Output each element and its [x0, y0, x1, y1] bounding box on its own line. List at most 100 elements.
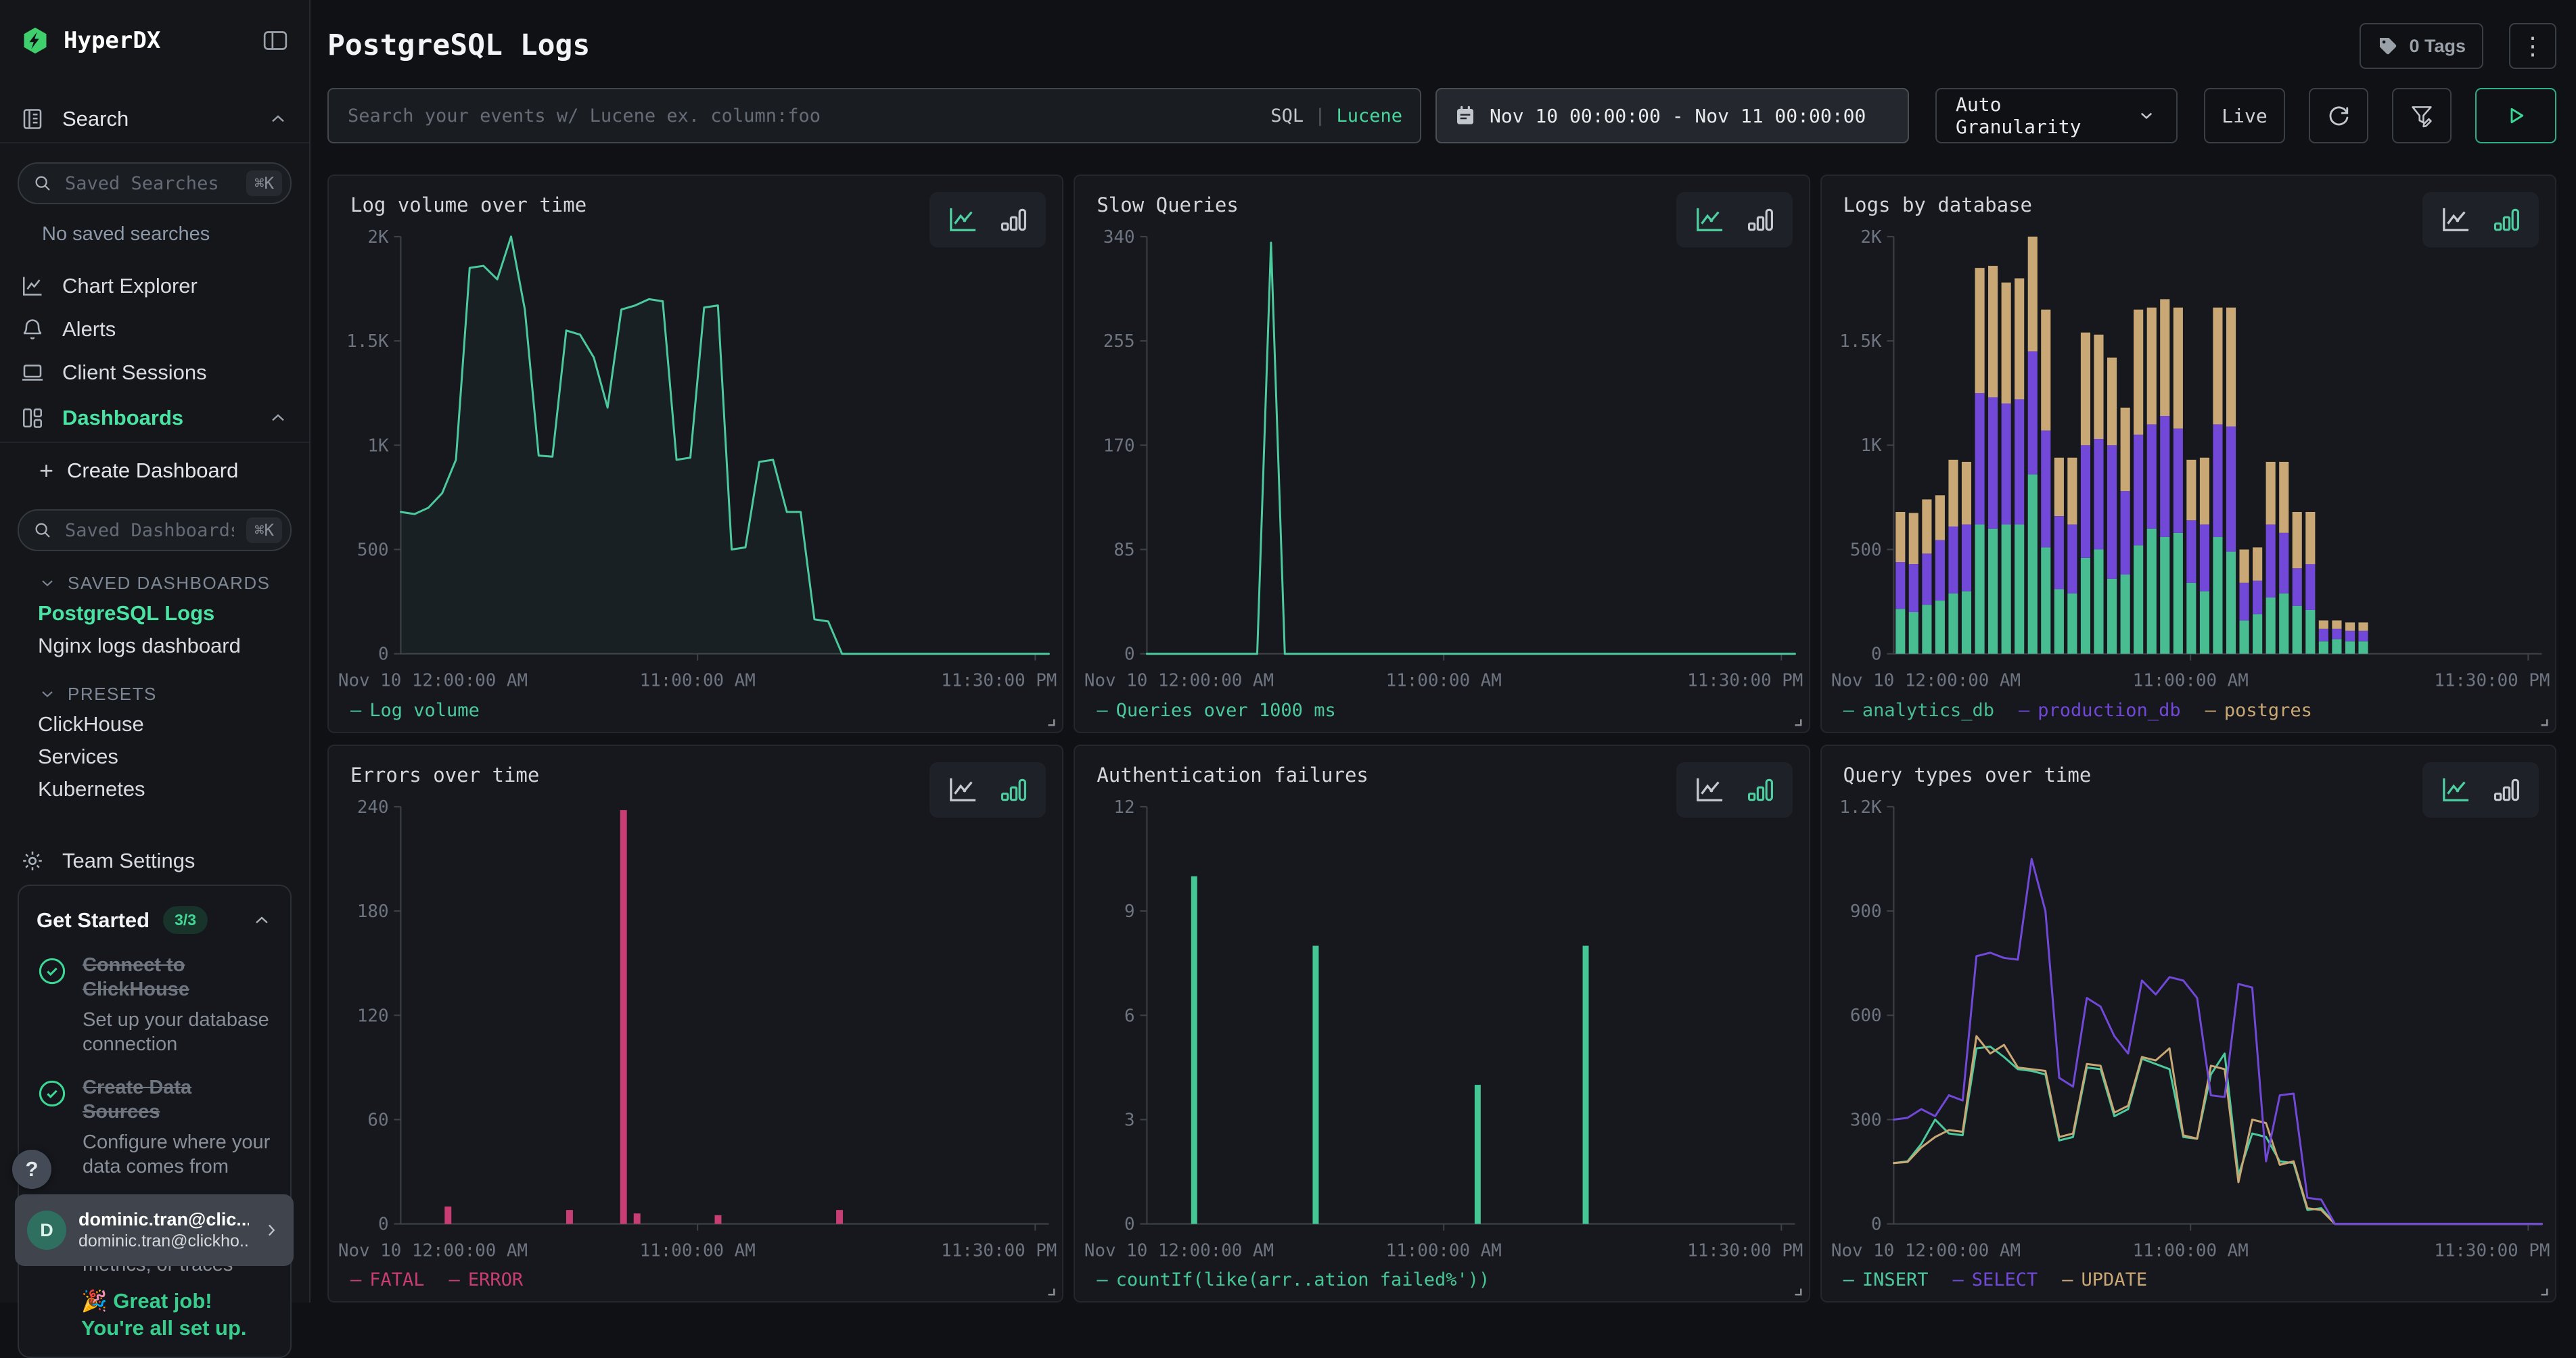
- help-button[interactable]: ?: [12, 1150, 51, 1189]
- bar-segment-analytics_db: [1962, 591, 1971, 654]
- bar-segment-postgres: [2318, 620, 2328, 628]
- sidebar-section-search[interactable]: Search: [0, 96, 309, 143]
- bar-chart-icon[interactable]: [2491, 206, 2521, 234]
- sidebar-preset-clickhouse[interactable]: ClickHouse: [38, 708, 309, 741]
- get-started-card: Get Started 3/3 Connect to ClickHouse Se…: [18, 885, 292, 1358]
- x-tick-label: 11:30:00 PM: [1688, 1240, 1803, 1261]
- bar-segment-production_db: [2094, 439, 2103, 550]
- legend-item[interactable]: —postgres: [2205, 700, 2312, 721]
- saved-dashboards-field[interactable]: [64, 519, 235, 542]
- bar-segment-analytics_db: [2067, 593, 2077, 653]
- saved-searches-field[interactable]: [64, 172, 235, 195]
- legend-item[interactable]: —SELECT: [1952, 1269, 2038, 1290]
- resize-handle-icon[interactable]: [1790, 714, 1803, 728]
- bar-segment-postgres: [1975, 268, 1984, 393]
- run-query-button[interactable]: [2475, 88, 2556, 143]
- bar-chart-icon[interactable]: [2491, 776, 2521, 804]
- x-tick-label: 11:00:00 AM: [2132, 671, 2248, 691]
- line-chart-icon[interactable]: [2440, 206, 2471, 234]
- date-range-picker[interactable]: Nov 10 00:00:00 - Nov 11 00:00:00: [1435, 88, 1909, 143]
- search-icon: [32, 520, 53, 540]
- event-search-box[interactable]: SQL | Lucene: [327, 88, 1421, 143]
- bar-segment-analytics_db: [1948, 593, 1958, 653]
- bar-segment-postgres: [2146, 308, 2156, 425]
- granularity-dropdown[interactable]: Auto Granularity: [1935, 88, 2178, 143]
- y-tick-label: 900: [1850, 901, 1882, 921]
- bar-segment-analytics_db: [2160, 537, 2169, 654]
- bar-segment-postgres: [2027, 237, 2037, 352]
- get-started-item-connect[interactable]: Connect to ClickHouse Set up your databa…: [37, 953, 273, 1056]
- legend-item[interactable]: —countIf(like(arr..ation failed%')): [1097, 1269, 1490, 1290]
- live-button[interactable]: Live: [2204, 88, 2285, 143]
- y-tick-label: 3: [1124, 1110, 1135, 1130]
- legend-item[interactable]: —production_db: [2019, 700, 2181, 721]
- x-tick-label: Nov 10 12:00:00 AM: [1084, 1240, 1274, 1261]
- sidebar-collapse-icon[interactable]: [262, 27, 289, 54]
- chevron-up-icon: [251, 910, 273, 931]
- sidebar-item-chart-explorer[interactable]: Chart Explorer: [0, 264, 309, 308]
- saved-searches-input[interactable]: ⌘K: [18, 162, 292, 204]
- line-chart-icon[interactable]: [947, 776, 978, 804]
- bar-chart-icon[interactable]: [998, 776, 1028, 804]
- line-chart-icon[interactable]: [1694, 776, 1725, 804]
- bar-segment-postgres: [2200, 458, 2209, 525]
- chevron-up-icon: [267, 108, 289, 130]
- get-started-item-sources[interactable]: Create Data Sources Configure where your…: [37, 1075, 273, 1179]
- legend-item[interactable]: —UPDATE: [2062, 1269, 2147, 1290]
- more-options-button[interactable]: ⋮: [2509, 23, 2556, 69]
- legend-item[interactable]: —INSERT: [1843, 1269, 1929, 1290]
- sql-toggle[interactable]: SQL: [1270, 106, 1304, 126]
- resize-handle-icon[interactable]: [1043, 1284, 1057, 1297]
- sidebar-preset-kubernetes[interactable]: Kubernetes: [38, 773, 309, 805]
- sidebar-item-alerts[interactable]: Alerts: [0, 308, 309, 351]
- bar-chart-icon[interactable]: [1745, 776, 1775, 804]
- resize-handle-icon[interactable]: [2536, 1284, 2550, 1297]
- play-icon: [2504, 103, 2528, 128]
- bar: [1475, 1085, 1481, 1224]
- legend-item[interactable]: —Log volume: [350, 700, 480, 721]
- sidebar-item-team-settings[interactable]: Team Settings: [0, 839, 309, 883]
- sidebar-section-dashboards[interactable]: Dashboards: [0, 394, 309, 443]
- legend-item[interactable]: —analytics_db: [1843, 700, 1994, 721]
- resize-handle-icon[interactable]: [2536, 714, 2550, 728]
- bar-segment-postgres: [1922, 499, 1931, 553]
- bar-chart-icon[interactable]: [1745, 206, 1775, 234]
- legend-item[interactable]: —ERROR: [449, 1269, 524, 1290]
- bar-segment-production_db: [2332, 629, 2341, 639]
- chart-view-toggle: [2422, 192, 2539, 248]
- create-dashboard-button[interactable]: + Create Dashboard: [0, 451, 309, 490]
- bar: [620, 810, 627, 1223]
- sidebar-preset-services[interactable]: Services: [38, 741, 309, 773]
- saved-dashboards-header[interactable]: SAVED DASHBOARDS: [38, 569, 309, 597]
- sidebar-item-client-sessions[interactable]: Client Sessions: [0, 351, 309, 394]
- sidebar-item-label: Client Sessions: [62, 360, 207, 385]
- lucene-toggle[interactable]: Lucene: [1336, 106, 1402, 126]
- refresh-button[interactable]: [2309, 88, 2368, 143]
- bar-segment-postgres: [2094, 335, 2103, 439]
- saved-dashboards-input[interactable]: ⌘K: [18, 509, 292, 551]
- x-tick-label: 11:30:00 PM: [941, 671, 1057, 691]
- bar-chart-icon[interactable]: [998, 206, 1028, 234]
- line-chart-icon[interactable]: [2440, 776, 2471, 804]
- presets-header[interactable]: PRESETS: [38, 680, 309, 708]
- legend-item[interactable]: —Queries over 1000 ms: [1097, 700, 1335, 721]
- sidebar-dashboard-postgresql-logs[interactable]: PostgreSQL Logs: [38, 597, 309, 630]
- line-chart-icon[interactable]: [947, 206, 978, 234]
- bar-segment-analytics_db: [2239, 620, 2249, 653]
- sidebar-dashboard-nginx-logs[interactable]: Nginx logs dashboard: [38, 630, 309, 662]
- resize-handle-icon[interactable]: [1043, 714, 1057, 728]
- resize-handle-icon[interactable]: [1790, 1284, 1803, 1297]
- legend-item[interactable]: —FATAL: [350, 1269, 425, 1290]
- bar-segment-production_db: [2213, 424, 2222, 537]
- bar-segment-analytics_db: [2279, 593, 2288, 653]
- bar-segment-production_db: [1895, 562, 1905, 609]
- app: HyperDX Search ⌘K No saved searches: [0, 0, 2576, 1303]
- user-menu[interactable]: D dominic.tran@clic... dominic.tran@clic…: [15, 1194, 294, 1266]
- x-tick-label: Nov 10 12:00:00 AM: [338, 1240, 528, 1261]
- get-started-header[interactable]: Get Started 3/3: [37, 906, 273, 934]
- filter-button[interactable]: [2392, 88, 2452, 143]
- chart-view-toggle: [929, 192, 1046, 248]
- line-chart-icon[interactable]: [1694, 206, 1725, 234]
- event-search-input[interactable]: [346, 105, 1257, 127]
- tags-button[interactable]: 0 Tags: [2360, 23, 2483, 69]
